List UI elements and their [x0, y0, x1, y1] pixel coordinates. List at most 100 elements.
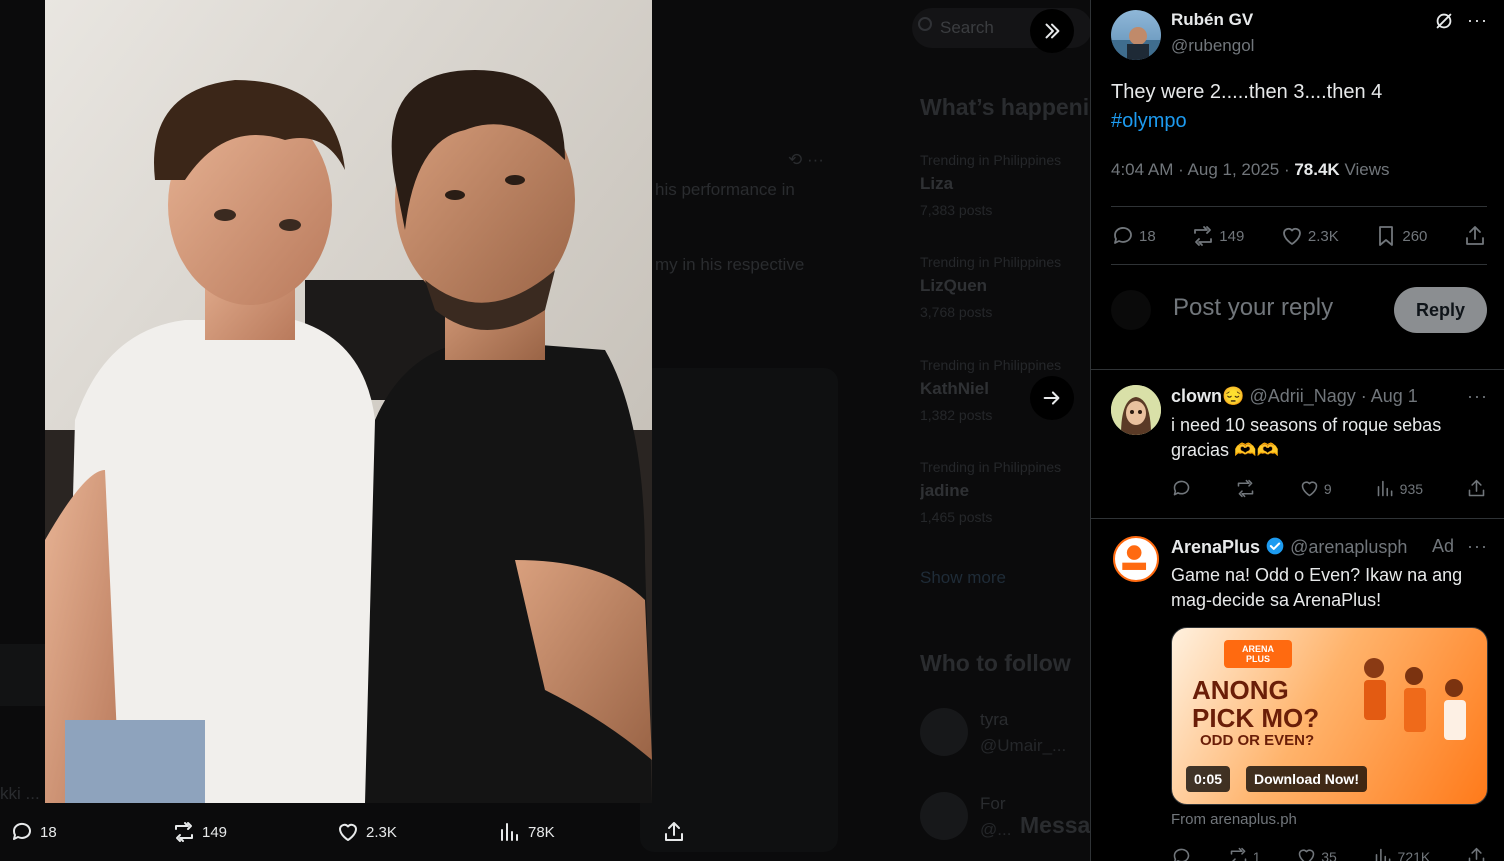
media-views-button[interactable]: 78K: [498, 820, 555, 844]
ad-avatar[interactable]: [1113, 536, 1159, 582]
share-icon: [1466, 226, 1484, 245]
reply-input[interactable]: Post your reply: [1173, 294, 1333, 322]
more-options-icon[interactable]: ···: [1467, 536, 1488, 557]
share-button[interactable]: [1466, 478, 1487, 499]
ad-author-name[interactable]: ArenaPlus: [1171, 537, 1260, 557]
trend-name: Liza: [920, 174, 954, 193]
post-action-row: 18 149 2.3K 260: [1111, 220, 1487, 252]
ad-label: Ad: [1432, 536, 1455, 556]
reply-date[interactable]: · Aug 1: [1361, 386, 1418, 406]
ad-text-line: Game na! Odd o Even? Ikaw na ang: [1171, 565, 1463, 585]
grok-button[interactable]: [1433, 10, 1455, 37]
reply-author-handle[interactable]: @Adrii_Nagy: [1249, 386, 1355, 406]
share-button[interactable]: [1463, 224, 1487, 248]
repost-icon: [1230, 847, 1247, 861]
divider: [1111, 264, 1487, 265]
bg-follow-name: tyra: [980, 710, 1009, 729]
like-button[interactable]: 35: [1296, 846, 1337, 861]
views-button[interactable]: 935: [1375, 478, 1423, 499]
divider: [1091, 369, 1504, 370]
reply-button[interactable]: 18: [1111, 224, 1156, 248]
trend-name: LizQuen: [920, 276, 988, 295]
post-timestamp[interactable]: 4:04 AM · Aug 1, 2025 ·: [1111, 160, 1294, 179]
ad-logo-text: ARENA: [1241, 644, 1274, 654]
ad-author-handle[interactable]: @arenaplusph: [1290, 537, 1407, 557]
share-button[interactable]: [1466, 846, 1487, 861]
arrow-right-icon: [1043, 391, 1060, 405]
media-repost-count: 149: [202, 823, 228, 841]
arenaplus-logo: [1122, 545, 1147, 570]
bg-follow-handle: @Umair_...: [980, 736, 1067, 755]
bg-trend-item: Trending in Philippines jadine 1,465 pos…: [920, 459, 1090, 525]
next-media-button[interactable]: [1030, 376, 1074, 420]
ad-header: ArenaPlus @arenaplusph: [1171, 536, 1407, 558]
more-options-icon[interactable]: ···: [1467, 386, 1488, 407]
reply-count: 18: [1139, 227, 1156, 245]
views-button[interactable]: 721K: [1373, 846, 1430, 861]
author-name[interactable]: Rubén GV: [1171, 10, 1253, 30]
bg-trend-item: Trending in Philippines LizQuen 3,768 po…: [920, 254, 1090, 320]
ad-text-line: mag-decide sa ArenaPlus!: [1171, 590, 1382, 610]
reply-author-name[interactable]: clown: [1171, 386, 1222, 406]
post-hashtag-link[interactable]: #olympo: [1111, 107, 1382, 136]
repost-button[interactable]: [1235, 478, 1256, 499]
reply-button[interactable]: [1171, 478, 1192, 499]
bookmark-button[interactable]: 260: [1374, 224, 1427, 248]
reply-text: i need 10 seasons of roque sebas gracias…: [1171, 413, 1491, 463]
repost-icon: [1237, 479, 1254, 498]
bg-search-placeholder: Search: [940, 18, 994, 37]
bg-avatar: [920, 708, 968, 756]
reply-submit-button[interactable]: Reply: [1394, 287, 1487, 333]
bg-messages-drawer: Messa: [1020, 812, 1091, 838]
like-button[interactable]: 2.3K: [1280, 224, 1339, 248]
bg-who-to-follow: Who to follow: [920, 650, 1071, 676]
reply-button[interactable]: [1171, 846, 1192, 861]
views-chart-icon: [1375, 848, 1390, 861]
media-like-button[interactable]: 2.3K: [336, 820, 397, 844]
ad-text: Game na! Odd o Even? Ikaw na ang mag-dec…: [1171, 563, 1491, 613]
trend-posts: 7,383 posts: [920, 202, 993, 218]
ad-source-link[interactable]: From arenaplus.ph: [1171, 811, 1297, 828]
ad-card-logo: ARENA PLUS: [1224, 640, 1292, 668]
reply-icon: [1114, 227, 1132, 244]
bg-more-icon: ⟲ ···: [788, 150, 824, 169]
trend-context: Trending in Philippines: [920, 357, 1062, 373]
heart-icon: [1283, 227, 1301, 245]
repost-button[interactable]: 149: [1191, 224, 1244, 248]
trend-posts: 1,465 posts: [920, 509, 993, 525]
more-options-icon[interactable]: ···: [1467, 10, 1488, 31]
ad-video-duration: 0:05: [1186, 766, 1231, 792]
ad-download-button[interactable]: Download Now!: [1246, 766, 1367, 792]
bg-follow-handle: @...: [980, 820, 1012, 839]
media-repost-button[interactable]: 149: [172, 820, 227, 844]
author-avatar[interactable]: [1111, 10, 1161, 60]
divider: [1111, 206, 1487, 207]
views-count: 935: [1399, 480, 1424, 497]
media-reply-button[interactable]: 18: [10, 820, 57, 844]
heart-icon: [1298, 849, 1315, 861]
reply-icon: [12, 822, 31, 840]
search-icon: [918, 17, 932, 31]
reply-icon: [1173, 480, 1190, 496]
bg-timeline-fragment: kki ...: [0, 784, 40, 803]
trend-context: Trending in Philippines: [920, 459, 1062, 475]
current-user-avatar[interactable]: [1111, 290, 1151, 330]
repost-icon: [1194, 226, 1213, 246]
trend-posts: 3,768 posts: [920, 304, 993, 320]
like-button[interactable]: 9: [1299, 478, 1332, 499]
media-share-button[interactable]: [662, 820, 686, 844]
ad-logo-text: PLUS: [1245, 654, 1270, 664]
heart-icon: [339, 823, 357, 841]
ad-media-card[interactable]: ARENA PLUS ANONG PICK MO? ODD OR EVEN? 0…: [1171, 627, 1488, 805]
repost-button[interactable]: 1: [1228, 846, 1261, 861]
views-chart-icon: [1377, 480, 1393, 497]
author-handle[interactable]: @rubengol: [1171, 36, 1254, 56]
reply-avatar[interactable]: [1111, 385, 1161, 435]
reply-action-row: 9 935: [1171, 478, 1487, 499]
bg-show-more: Show more: [920, 568, 1006, 587]
repost-count: 149: [1219, 227, 1245, 245]
post-photo[interactable]: [45, 0, 652, 803]
share-icon: [665, 822, 683, 841]
post-detail-panel: Rubén GV @rubengol ··· They were 2.....t…: [1090, 0, 1504, 861]
collapse-panel-button[interactable]: [1030, 9, 1074, 53]
